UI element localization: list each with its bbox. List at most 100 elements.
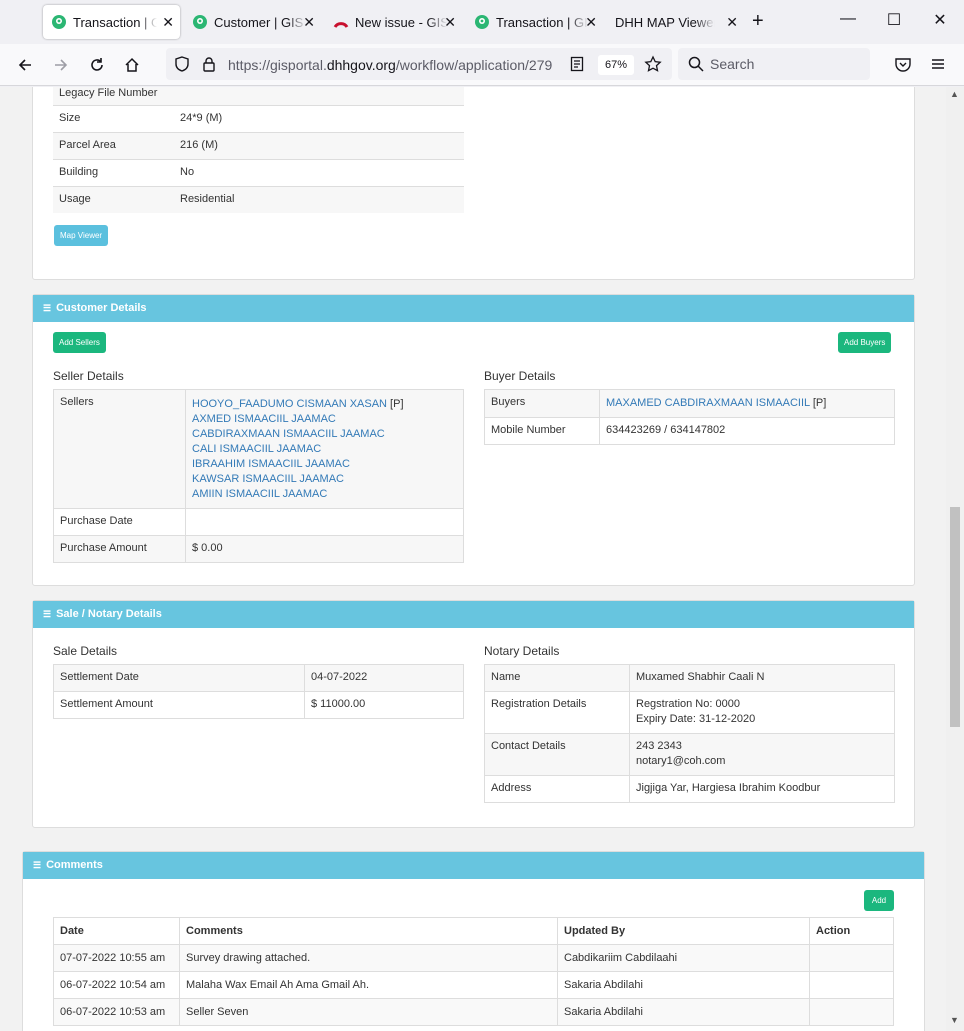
shield-icon[interactable] [174, 56, 190, 72]
parcel-label: Building [53, 158, 174, 187]
primary-tag: [P] [390, 398, 404, 410]
sellers-list: HOOYO_FAADUMO CISMAAN XASAN [P] AXMED IS… [185, 389, 464, 509]
seller-link[interactable]: HOOYO_FAADUMO CISMAAN XASAN [192, 398, 387, 410]
table-row: 06-07-2022 10:54 am Malaha Wax Email Ah … [53, 971, 894, 999]
sale-notary-panel: ☰ Sale / Notary Details Sale Details Nota… [32, 600, 915, 828]
customer-details-panel: ☰ Customer Details Add Sellers Add Buyers… [32, 294, 915, 586]
buyer-link[interactable]: MAXAMED CABDIRAXMAAN ISMAACIIL [606, 397, 810, 409]
close-tab-icon[interactable]: ✕ [585, 14, 597, 30]
registration-row: Registration Details Regstration No: 000… [484, 691, 895, 734]
new-tab-icon[interactable]: + [752, 10, 764, 33]
zoom-level[interactable]: 67% [598, 55, 634, 75]
purchase-amount-label: Purchase Amount [53, 535, 186, 563]
search-placeholder: Search [710, 56, 755, 72]
settlement-amount-row: Settlement Amount $ 11000.00 [53, 691, 464, 719]
comment-updated-by: Cabdikariim Cabdilaahi [557, 944, 810, 972]
scroll-thumb[interactable] [950, 507, 960, 727]
bookmark-star-icon[interactable] [644, 55, 662, 73]
menu-icon[interactable] [930, 56, 946, 72]
sale-notary-header: ☰ Sale / Notary Details [33, 601, 914, 628]
table-row: 06-07-2022 10:53 am Seller Seven Sakaria… [53, 998, 894, 1026]
seller-primary-row: HOOYO_FAADUMO CISMAAN XASAN [P] [192, 397, 457, 412]
tab-map-viewer[interactable]: DHH MAP Viewer ✕ [607, 5, 744, 39]
panel-title: Customer Details [56, 302, 147, 314]
contact-label: Contact Details [484, 733, 630, 776]
forward-icon[interactable] [50, 54, 72, 76]
comment-text: Malaha Wax Email Ah Ama Gmail Ah. [179, 971, 558, 999]
registration-label: Registration Details [484, 691, 630, 734]
sellers-row: Sellers HOOYO_FAADUMO CISMAAN XASAN [P] … [53, 389, 464, 509]
primary-tag: [P] [812, 397, 827, 409]
buyers-value: MAXAMED CABDIRAXMAAN ISMAACIIL [P] [599, 389, 895, 418]
column-header-action: Action [809, 917, 894, 945]
add-buyers-button[interactable]: Add Buyers [838, 332, 892, 353]
panel-title: Comments [46, 859, 103, 871]
close-window-icon[interactable]: ✕ [930, 10, 950, 30]
scroll-down-icon[interactable]: ▼ [950, 1015, 959, 1025]
purchase-date-value [185, 508, 464, 536]
parcel-row: Usage Residential [53, 185, 464, 213]
url-text: https://gisportal.dhhgov.org/workflow/ap… [228, 57, 553, 73]
tab-customer[interactable]: Customer | GIS Portal ✕ [184, 5, 321, 39]
seller-link[interactable]: CABDIRAXMAAN ISMAACIIL JAAMAC [192, 427, 457, 442]
close-tab-icon[interactable]: ✕ [444, 14, 456, 30]
map-viewer-button[interactable]: Map Viewer [54, 225, 109, 246]
lock-icon[interactable] [202, 56, 216, 72]
parcel-value: Residential [174, 185, 464, 213]
purchase-date-label: Purchase Date [53, 508, 186, 536]
tab-bar: Transaction | GIS Portal ✕ Customer | GI… [0, 0, 964, 44]
reader-view-icon[interactable] [570, 56, 584, 72]
back-icon[interactable] [14, 54, 36, 76]
search-bar[interactable]: Search [678, 48, 870, 80]
seller-link[interactable]: KAWSAR ISMAACIIL JAAMAC [192, 472, 457, 487]
maximize-icon[interactable]: ☐ [884, 10, 904, 30]
seller-link[interactable]: AXMED ISMAACIIL JAAMAC [192, 412, 457, 427]
page-scrollbar[interactable]: ▲ ▼ [946, 87, 964, 1031]
parcel-value [174, 87, 464, 106]
tab-transaction-1[interactable]: Transaction | GIS Portal ✕ [43, 5, 180, 39]
mobile-label: Mobile Number [484, 417, 600, 445]
contact-phone: 243 2343 [636, 740, 682, 752]
contact-email: notary1@coh.com [636, 755, 726, 767]
settlement-amount-value: $ 11000.00 [304, 691, 464, 719]
panel-title: Sale / Notary Details [56, 608, 162, 620]
list-icon: ☰ [33, 860, 42, 870]
add-comment-button[interactable]: Add [864, 890, 894, 911]
address-bar[interactable]: https://gisportal.dhhgov.org/workflow/ap… [166, 48, 672, 80]
tab-new-issue[interactable]: New issue - GIS ✕ [325, 5, 462, 39]
buyer-details-title: Buyer Details [484, 369, 556, 383]
list-icon: ☰ [43, 609, 52, 619]
seller-link[interactable]: IBRAAHIM ISMAACIIL JAAMAC [192, 457, 457, 472]
customer-details-header: ☰ Customer Details [33, 295, 914, 322]
settlement-date-value: 04-07-2022 [304, 664, 464, 692]
add-sellers-button[interactable]: Add Sellers [53, 332, 106, 353]
parcel-row: Building No [53, 158, 464, 187]
seller-table: Sellers HOOYO_FAADUMO CISMAAN XASAN [P] … [53, 389, 464, 563]
comment-updated-by: Sakaria Abdilahi [557, 971, 810, 999]
pocket-icon[interactable] [894, 56, 912, 74]
gis-favicon-icon [475, 15, 489, 29]
notary-name-value: Muxamed Shabhir Caali N [629, 664, 895, 692]
registration-expiry: Expiry Date: 31-12-2020 [636, 713, 756, 725]
close-tab-icon[interactable]: ✕ [162, 14, 174, 30]
parcel-label: Size [53, 104, 174, 133]
column-header-updated-by: Updated By [557, 917, 810, 945]
tab-transaction-2[interactable]: Transaction | GIS Portal ✕ [466, 5, 603, 39]
home-icon[interactable] [121, 54, 143, 76]
seller-link[interactable]: CALI ISMAACIIL JAAMAC [192, 442, 457, 457]
close-tab-icon[interactable]: ✕ [303, 14, 315, 30]
mobile-value: 634423269 / 634147802 [599, 417, 895, 445]
contact-value: 243 2343 notary1@coh.com [629, 733, 895, 776]
parcel-label: Legacy File Number [53, 87, 174, 106]
sale-details-title: Sale Details [53, 644, 118, 658]
scroll-up-icon[interactable]: ▲ [950, 89, 959, 99]
mobile-row: Mobile Number 634423269 / 634147802 [484, 417, 895, 445]
parcel-value: No [174, 158, 464, 187]
comment-date: 07-07-2022 10:55 am [53, 944, 180, 972]
notary-details-title: Notary Details [484, 644, 560, 658]
seller-link[interactable]: AMIIN ISMAACIIL JAAMAC [192, 487, 457, 502]
minimize-icon[interactable]: — [838, 10, 858, 28]
reload-icon[interactable] [86, 54, 108, 76]
column-header-comments: Comments [179, 917, 558, 945]
close-tab-icon[interactable]: ✕ [726, 14, 738, 30]
